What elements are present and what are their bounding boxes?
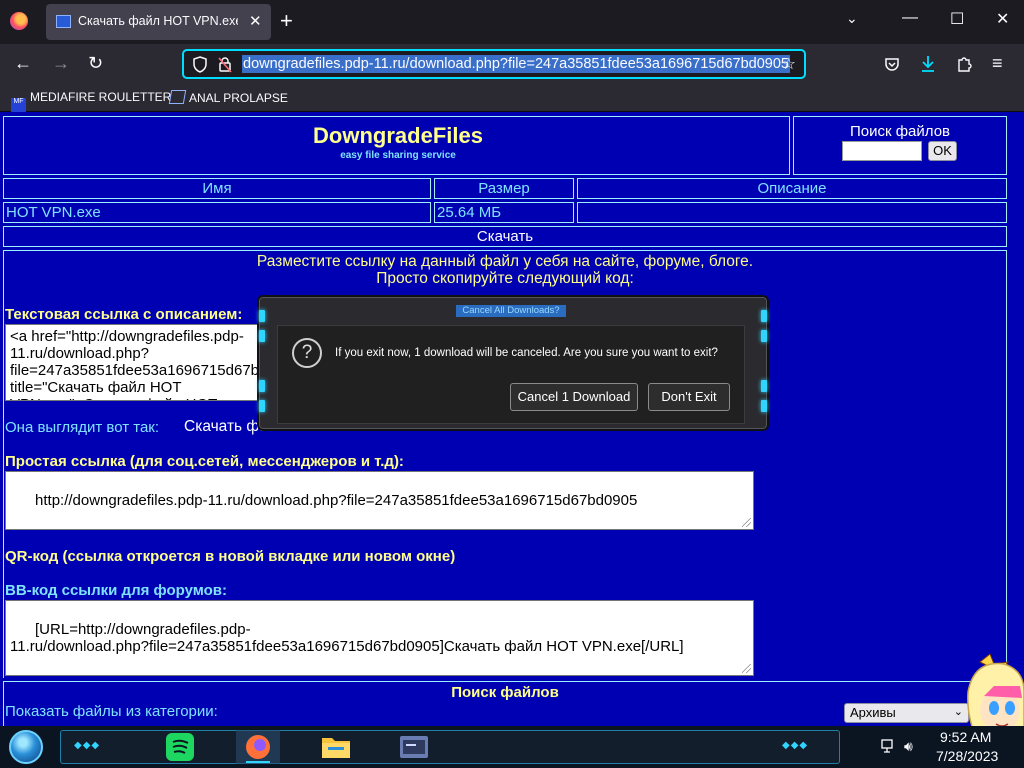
site-title[interactable]: DowngradeFiles [4, 123, 792, 149]
tab-close-icon[interactable]: ✕ [249, 12, 262, 30]
lock-insecure-icon[interactable] [218, 56, 232, 73]
address-bar[interactable]: downgradefiles.pdp-11.ru/download.php?fi… [182, 49, 806, 79]
extensions-icon[interactable] [956, 55, 973, 72]
resize-handle-icon[interactable] [742, 518, 751, 527]
shield-icon[interactable] [192, 56, 208, 73]
column-header-size: Размер [434, 178, 574, 199]
category-selected: Архивы [850, 705, 896, 720]
bookmark-favicon-icon [168, 90, 187, 104]
tab-title: Скачать файл HOT VPN.exe :: ( [78, 14, 238, 28]
bookmark-star-icon[interactable]: ☆ [782, 54, 796, 74]
mediafire-icon: MF [11, 98, 26, 112]
share-instruction-1: Разместите ссылку на данный файл у себя … [256, 253, 754, 270]
bb-code-label: BB-код ссылки для форумов: [5, 582, 227, 599]
bookmark-label: ANAL PROLAPSE [189, 91, 288, 105]
download-link[interactable]: Скачать [3, 226, 1007, 247]
site-subtitle: easy file sharing service [340, 150, 456, 161]
frame-light-icon [761, 380, 767, 392]
bookmark-mediafire[interactable]: MF MEDIAFIRE ROULETTER [11, 90, 171, 112]
taskbar-decor-icon: ◆◆◆ [782, 740, 809, 751]
reload-button[interactable]: ↻ [88, 52, 103, 74]
file-name: HOT VPN.exe [3, 202, 431, 223]
dialog-message: If you exit now, 1 download will be canc… [335, 347, 718, 359]
column-header-description: Описание [577, 178, 1007, 199]
frame-light-icon [761, 330, 767, 342]
taskbar-decor-icon: ◆◆◆ [74, 740, 101, 751]
dont-exit-button[interactable]: Don't Exit [648, 383, 730, 411]
bb-code-text: [URL=http://downgradefiles.pdp- 11.ru/do… [10, 621, 684, 655]
simple-link-label: Простая ссылка (для соц.сетей, мессендже… [5, 453, 404, 470]
search-cell: Поиск файлов OK [793, 116, 1007, 175]
column-header-name: Имя [3, 178, 431, 199]
bookmarks-toolbar: MF MEDIAFIRE ROULETTER ANAL PROLAPSE [0, 84, 1024, 112]
maximize-button[interactable]: ☐ [950, 9, 964, 29]
file-size: 25.64 МБ [434, 202, 574, 223]
forward-button[interactable]: → [52, 52, 70, 74]
bookmark-label: MEDIAFIRE ROULETTER [30, 90, 172, 104]
category-label: Показать файлы из категории: [5, 703, 218, 720]
cancel-download-button[interactable]: Cancel 1 Download [510, 383, 638, 411]
preview-label: Она выглядит вот так: [5, 419, 160, 436]
qr-code-link[interactable]: QR-код (ссылка откроется в новой вкладке… [5, 548, 455, 565]
clock-time[interactable]: 9:52 AM [940, 729, 991, 745]
menu-hamburger-icon[interactable]: ≡ [992, 53, 1003, 74]
frame-light-icon [259, 400, 265, 412]
frame-light-icon [761, 400, 767, 412]
question-icon: ? [292, 338, 322, 368]
share-instruction-2: Просто скопируйте следующий код: [376, 270, 634, 287]
tab-bar: Скачать файл HOT VPN.exe :: ( ✕ + ⌄ — ☐ … [0, 0, 1024, 44]
site-favicon-icon [56, 15, 71, 28]
tab-list-chevron-icon[interactable]: ⌄ [846, 10, 858, 27]
navigation-toolbar: ← → ↻ downgradefiles.pdp-11.ru/download.… [0, 44, 1024, 84]
search-title: Поиск файлов [849, 123, 951, 140]
site-logo-cell: DowngradeFiles easy file sharing service [3, 116, 790, 175]
file-description [577, 202, 1007, 223]
close-window-button[interactable]: ✕ [996, 9, 1009, 29]
minimize-button[interactable]: — [902, 9, 918, 27]
terminal-taskbar-icon[interactable] [392, 730, 436, 764]
spotify-taskbar-icon[interactable] [158, 730, 202, 764]
firefox-taskbar-icon[interactable] [236, 730, 280, 764]
dialog-title: Cancel All Downloads? [456, 305, 566, 317]
simple-link-text: http://downgradefiles.pdp-11.ru/download… [35, 492, 638, 509]
tab-active[interactable]: Скачать файл HOT VPN.exe :: ( ✕ [46, 4, 271, 40]
network-icon[interactable] [881, 738, 897, 754]
bookmark-second[interactable]: ANAL PROLAPSE [168, 90, 288, 105]
resize-handle-icon[interactable] [742, 664, 751, 673]
category-select[interactable]: Архивы ⌄ [844, 703, 969, 723]
simple-link-code[interactable]: http://downgradefiles.pdp-11.ru/download… [5, 471, 754, 530]
volume-icon[interactable]: 🔊︎ [904, 738, 913, 755]
frame-light-icon [259, 380, 265, 392]
search-ok-button[interactable]: OK [928, 141, 957, 161]
clock-date[interactable]: 7/28/2023 [936, 748, 998, 764]
frame-light-icon [259, 310, 265, 322]
frame-light-icon [761, 310, 767, 322]
downloads-icon[interactable] [919, 54, 937, 73]
start-orb-icon[interactable] [9, 730, 43, 764]
new-tab-button[interactable]: + [280, 8, 293, 34]
screen: Скачать файл HOT VPN.exe :: ( ✕ + ⌄ — ☐ … [0, 0, 1024, 768]
bottom-search-title: Поиск файлов [451, 684, 559, 701]
text-link-label: Текстовая ссылка с описанием: [5, 306, 243, 323]
pocket-icon[interactable] [884, 56, 900, 72]
text-link-code[interactable]: <a href="http://downgradefiles.pdp-11.ru… [5, 324, 263, 401]
search-input[interactable] [842, 141, 922, 161]
frame-light-icon [259, 330, 265, 342]
back-button[interactable]: ← [14, 52, 32, 74]
bb-code-field[interactable]: [URL=http://downgradefiles.pdp- 11.ru/do… [5, 600, 754, 676]
url-text[interactable]: downgradefiles.pdp-11.ru/download.php?fi… [242, 55, 790, 73]
firefox-logo-icon[interactable] [10, 12, 28, 30]
character-sticker-image [967, 653, 1024, 726]
file-explorer-taskbar-icon[interactable] [314, 730, 358, 764]
